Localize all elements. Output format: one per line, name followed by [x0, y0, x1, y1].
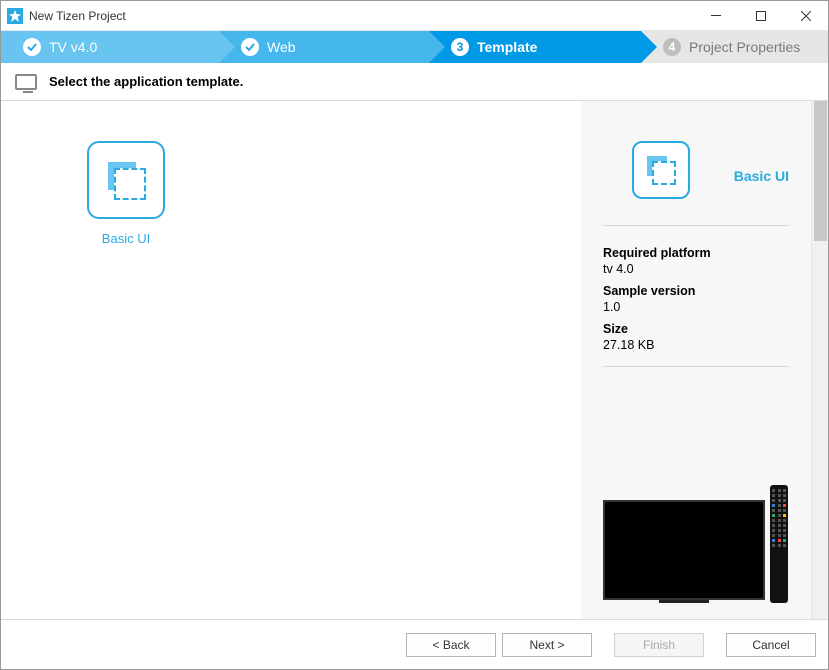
- step-label: Template: [477, 39, 537, 55]
- platform-value: tv 4.0: [603, 262, 789, 276]
- preview-image: [603, 435, 789, 603]
- detail-title: Basic UI: [734, 168, 789, 184]
- detail-metadata: Required platform tv 4.0 Sample version …: [603, 246, 789, 367]
- template-card[interactable]: Basic UI: [81, 141, 171, 246]
- step-web[interactable]: Web: [219, 31, 429, 63]
- template-list: Basic UI: [1, 101, 581, 619]
- template-icon: [632, 141, 690, 199]
- wizard-steps: TV v4.0 Web 3 Template 4 Project Propert…: [1, 31, 828, 63]
- scrollbar[interactable]: [811, 101, 828, 619]
- next-button[interactable]: Next >: [502, 633, 592, 657]
- step-tv[interactable]: TV v4.0: [1, 31, 219, 63]
- content-area: Basic UI Basic UI Required platform tv 4…: [1, 101, 828, 619]
- checkmark-icon: [23, 38, 41, 56]
- step-number: 4: [663, 38, 681, 56]
- finish-button: Finish: [614, 633, 704, 657]
- version-value: 1.0: [603, 300, 789, 314]
- step-template[interactable]: 3 Template: [429, 31, 641, 63]
- cancel-button[interactable]: Cancel: [726, 633, 816, 657]
- maximize-button[interactable]: [738, 1, 783, 30]
- platform-label: Required platform: [603, 246, 789, 260]
- checkmark-icon: [241, 38, 259, 56]
- tv-icon: [603, 500, 765, 600]
- size-label: Size: [603, 322, 789, 336]
- step-number: 3: [451, 38, 469, 56]
- page-title: Select the application template.: [49, 74, 243, 89]
- step-label: TV v4.0: [49, 39, 97, 55]
- monitor-icon: [15, 74, 37, 90]
- details-panel: Basic UI Required platform tv 4.0 Sample…: [581, 101, 811, 619]
- size-value: 27.18 KB: [603, 338, 789, 352]
- version-label: Sample version: [603, 284, 789, 298]
- window-title: New Tizen Project: [29, 9, 693, 23]
- minimize-button[interactable]: [693, 1, 738, 30]
- step-label: Web: [267, 39, 296, 55]
- remote-icon: [770, 485, 788, 603]
- step-project-properties: 4 Project Properties: [641, 31, 828, 63]
- footer: < Back Next > Finish Cancel: [1, 619, 828, 669]
- close-button[interactable]: [783, 1, 828, 30]
- step-label: Project Properties: [689, 39, 800, 55]
- page-header: Select the application template.: [1, 63, 828, 101]
- titlebar: New Tizen Project: [1, 1, 828, 31]
- tizen-logo-icon: [7, 8, 23, 24]
- back-button[interactable]: < Back: [406, 633, 496, 657]
- scrollbar-thumb[interactable]: [814, 101, 827, 241]
- template-label: Basic UI: [81, 231, 171, 246]
- template-icon: [87, 141, 165, 219]
